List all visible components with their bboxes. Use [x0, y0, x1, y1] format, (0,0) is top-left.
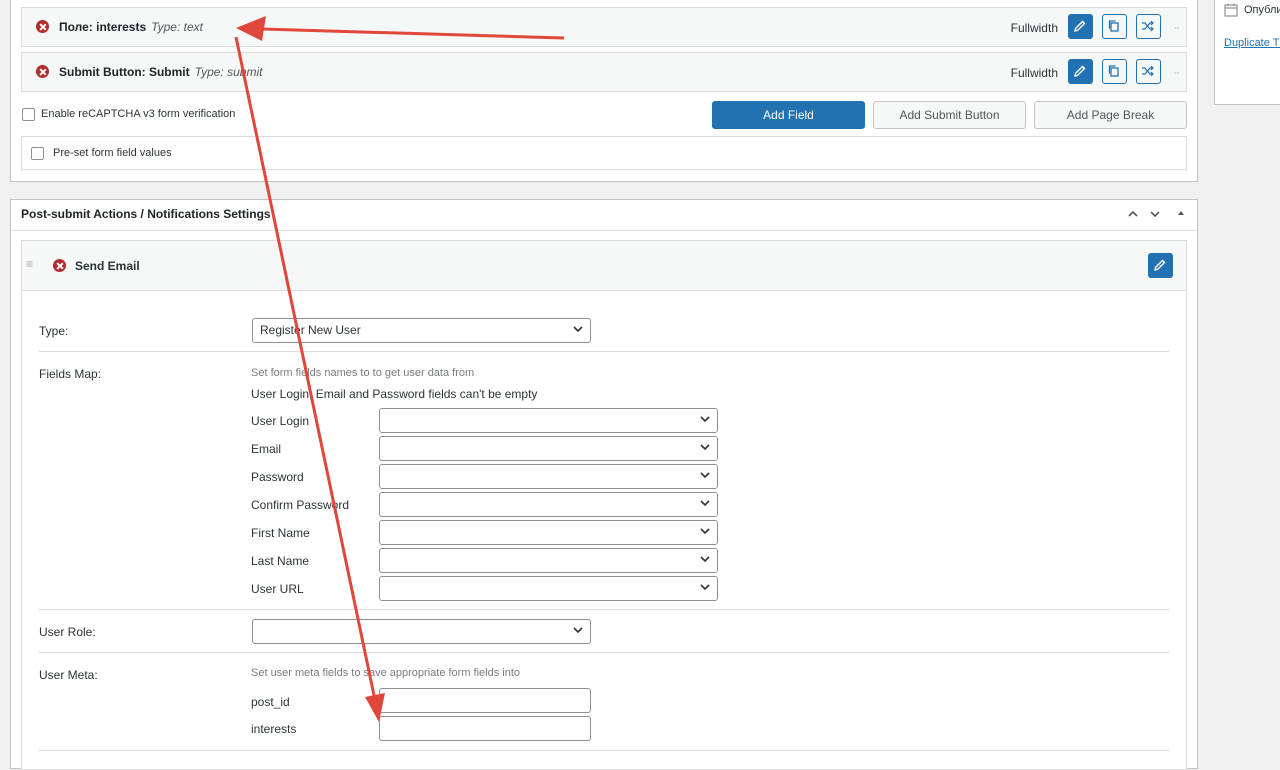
annotation-arrow-horizontal	[261, 27, 565, 40]
annotation-arrowhead-down	[365, 693, 385, 722]
annotation-arrows	[234, 16, 565, 722]
annotation-arrowhead-left	[236, 16, 266, 41]
annotation-arrow-diagonal	[234, 36, 377, 701]
